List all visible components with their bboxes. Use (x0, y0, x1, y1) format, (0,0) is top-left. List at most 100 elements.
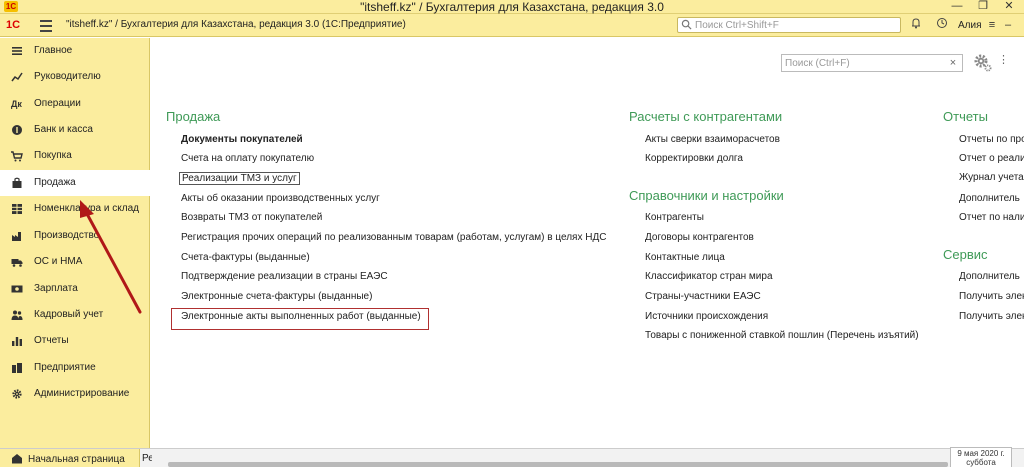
section-title-service: Сервис (943, 247, 988, 262)
link-returns-from-buyers[interactable]: Возвраты ТМЗ от покупателей (181, 212, 322, 223)
global-search-input[interactable]: Поиск Ctrl+Shift+F (677, 17, 901, 33)
link-service-3[interactable]: Получить элек (959, 311, 1024, 322)
link-invoices-issued[interactable]: Счета-фактуры (выданные) (181, 252, 310, 263)
link-other-vat-operations[interactable]: Регистрация прочих операций по реализова… (181, 232, 606, 243)
factory-icon (12, 232, 21, 241)
link-sales-tmz-services[interactable]: Реализации ТМЗ и услуг (179, 172, 300, 185)
link-country-classifier[interactable]: Классификатор стран мира (645, 271, 773, 282)
app-title: "itsheff.kz" / Бухгалтерия для Казахстан… (66, 19, 406, 30)
section-title-reports: Отчеты (943, 109, 988, 124)
sidebar-item-production[interactable]: Производство (0, 223, 150, 249)
link-production-service-acts[interactable]: Акты об оказании производственных услуг (181, 193, 380, 204)
bag-icon (12, 177, 22, 188)
sidebar-item-label: ОС и НМА (34, 256, 83, 267)
link-reduced-duty-goods[interactable]: Товары с пониженной ставкой пошлин (Пере… (645, 330, 919, 341)
section-search-input[interactable]: Поиск (Ctrl+F) × (781, 54, 963, 72)
settings-gear-icon[interactable] (973, 53, 993, 73)
cart-icon (11, 151, 23, 162)
link-debt-adjustments[interactable]: Корректировки долга (645, 153, 743, 164)
clear-search-icon[interactable]: × (946, 57, 960, 69)
bar-chart-icon (12, 337, 22, 346)
sidebar-item-main[interactable]: Главное (0, 38, 150, 64)
link-report-4[interactable]: Дополнитель (959, 193, 1024, 204)
link-reconciliation-acts[interactable]: Акты сверки взаиморасчетов (645, 134, 780, 145)
svg-text:Дк: Дк (11, 99, 22, 109)
tab-second-window[interactable]: Ре (140, 449, 152, 467)
1c-logo-icon[interactable]: 1С (6, 18, 28, 32)
sidebar-item-nomenclature[interactable]: Номенклатура и склад (0, 196, 150, 222)
date-tooltip: 9 мая 2020 г. суббота (950, 447, 1012, 467)
sidebar-item-bank[interactable]: Банк и касса (0, 117, 150, 143)
sidebar-item-label: Зарплата (34, 283, 78, 294)
sidebar-item-label: Отчеты (34, 335, 69, 346)
settings-menu-icon[interactable]: ≡ (984, 17, 1000, 33)
link-report-5[interactable]: Отчет по нали (959, 212, 1024, 223)
sidebar-item-administration[interactable]: Администрирование (0, 381, 150, 407)
home-icon (12, 454, 22, 464)
link-report-2[interactable]: Отчет о реали (959, 153, 1024, 164)
sidebar-item-hr[interactable]: Кадровый учет (0, 302, 150, 328)
sidebar-item-label: Главное (34, 45, 73, 56)
history-icon[interactable] (934, 17, 950, 33)
maximize-icon[interactable]: ❐ (970, 0, 996, 14)
window-title: "itsheff.kz" / Бухгалтерия для Казахстан… (360, 0, 664, 14)
sidebar-item-manager[interactable]: Руководителю (0, 64, 150, 90)
sidebar-item-reports[interactable]: Отчеты (0, 328, 150, 354)
gear-icon (12, 389, 22, 399)
enterprise-icon (12, 363, 22, 373)
section-content: Поиск (Ctrl+F) × ⋮ Продажа Документы пок… (151, 38, 1024, 448)
link-e-invoices-issued[interactable]: Электронные счета-фактуры (выданные) (181, 291, 372, 302)
sidebar-item-operations[interactable]: Дк Операции (0, 91, 150, 117)
bank-icon (12, 125, 22, 135)
sidebar-item-enterprise[interactable]: Предприятие (0, 355, 150, 381)
section-title-sales: Продажа (166, 109, 221, 124)
sidebar-item-label: Предприятие (34, 362, 96, 373)
operations-icon: Дк (11, 99, 22, 109)
link-service-2[interactable]: Получить элек (959, 291, 1024, 302)
sidebar-item-label: Производство (34, 230, 100, 241)
link-invoices-to-buyer[interactable]: Счета на оплату покупателю (181, 153, 314, 164)
sidebar-item-fixed-assets[interactable]: ОС и НМА (0, 249, 150, 275)
sidebar-item-label: Продажа (34, 177, 76, 188)
link-contacts[interactable]: Контактные лица (645, 252, 725, 263)
sections-panel: Главное Руководителю Дк Операции Банк и … (0, 38, 150, 448)
user-name[interactable]: Алия (958, 20, 982, 31)
sidebar-item-label: Руководителю (34, 71, 101, 82)
money-icon (11, 285, 23, 293)
sidebar-item-sales[interactable]: Продажа (0, 170, 150, 196)
link-eaeu-confirmation[interactable]: Подтверждение реализации в страны ЕАЭС (181, 271, 388, 282)
search-icon (681, 19, 692, 30)
top-toolbar: 1С "itsheff.kz" / Бухгалтерия для Казахс… (0, 14, 1024, 37)
bell-icon[interactable] (908, 17, 924, 33)
minimize-icon[interactable]: — (944, 0, 970, 14)
sidebar-item-salary[interactable]: Зарплата (0, 276, 150, 302)
link-service-1[interactable]: Дополнитель (959, 271, 1024, 282)
link-origin-sources[interactable]: Источники происхождения (645, 311, 768, 322)
tab-home-page[interactable]: Начальная страница (0, 449, 140, 467)
sidebar-item-purchase[interactable]: Покупка (0, 143, 150, 169)
link-eaeu-countries[interactable]: Страны-участники ЕАЭС (645, 291, 761, 302)
sidebar-item-label: Администрирование (34, 388, 130, 399)
warehouse-icon (12, 204, 22, 214)
truck-icon (11, 259, 23, 267)
main-menu-icon[interactable] (38, 17, 54, 33)
list-icon (12, 47, 22, 55)
link-e-work-acts-issued[interactable]: Электронные акты выполненных работ (выда… (181, 311, 421, 322)
close-icon[interactable]: ✕ (996, 0, 1022, 14)
minimize-window-icon[interactable]: – (1000, 17, 1016, 33)
link-contracts[interactable]: Договоры контрагентов (645, 232, 754, 243)
sidebar-item-label: Операции (34, 98, 81, 109)
more-menu-icon[interactable]: ⋮ (998, 53, 1009, 73)
sidebar-item-label: Кадровый учет (34, 309, 104, 320)
horizontal-scrollbar[interactable] (168, 462, 948, 467)
link-counterparties[interactable]: Контрагенты (645, 212, 704, 223)
sidebar-item-label: Номенклатура и склад (34, 203, 139, 214)
open-windows-bar: Начальная страница Ре 9 мая 2020 г. субб… (0, 447, 1024, 467)
search-placeholder: Поиск (Ctrl+F) (785, 58, 850, 69)
date-line: 9 мая 2020 г. (957, 449, 1005, 458)
link-report-3[interactable]: Журнал учета (959, 172, 1024, 183)
link-report-1[interactable]: Отчеты по про (959, 134, 1024, 145)
link-buyer-documents[interactable]: Документы покупателей (181, 134, 303, 145)
tab-label: Начальная страница (28, 454, 125, 465)
sidebar-item-label: Покупка (34, 150, 72, 161)
